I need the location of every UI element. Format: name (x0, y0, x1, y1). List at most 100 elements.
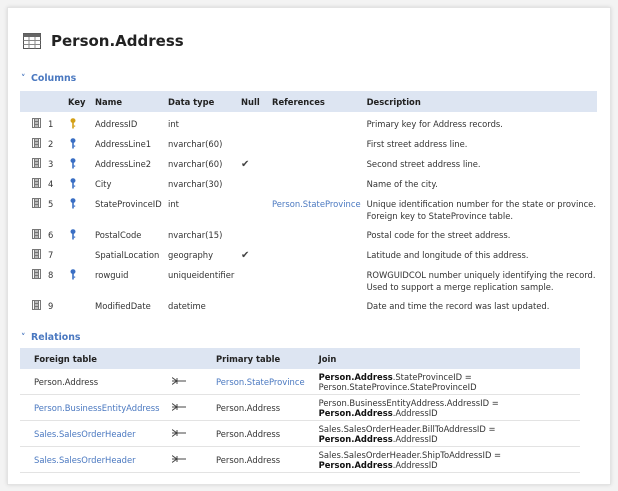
column-icon (32, 229, 44, 239)
cell-icon (20, 172, 44, 192)
primary-table-name: Person.Address (216, 428, 281, 439)
foreign-table-name[interactable]: Sales.SalesOrderHeader (34, 429, 136, 439)
table-icon (23, 33, 41, 49)
relation-crowfoot-icon (171, 428, 186, 439)
cell-key (62, 152, 89, 172)
cell-name: City (95, 179, 112, 189)
cell-primary-table: Person.Address (202, 394, 305, 421)
primary-table-name[interactable]: Person.StateProvince (216, 377, 305, 387)
cell-relation (164, 369, 202, 395)
cell-name: SpatialLocation (95, 250, 160, 260)
join-part: Person.BusinessEntityAddress.AddressID = (318, 397, 499, 408)
cell-null: ✔ (235, 152, 266, 172)
cell-type: uniqueidentifier (168, 270, 235, 280)
cell-icon (20, 132, 44, 152)
cell-null (235, 172, 266, 192)
cell-key (62, 112, 89, 132)
index-key-icon (70, 198, 76, 211)
foreign-table-name[interactable]: Sales.SalesOrderHeader (34, 455, 136, 465)
cell-foreign-table: Sales.SalesOrderHeader (20, 446, 164, 473)
cell-num: 1 (48, 119, 54, 129)
cell-name: ModifiedDate (95, 301, 151, 311)
cell-icon (20, 152, 44, 172)
join-part: .AddressID (392, 459, 438, 470)
table-row: 9 ModifiedDate datetime Date and time the r… (20, 294, 597, 314)
column-icon (32, 249, 44, 259)
rel-header-primary: Primary table (202, 348, 305, 369)
rel-header-relation (164, 348, 202, 369)
cell-num: 2 (48, 139, 54, 149)
column-icon (32, 300, 44, 310)
cell-num: 5 (48, 199, 54, 209)
cell-type: nvarchar(60) (168, 139, 223, 149)
cell-references (266, 223, 361, 243)
cell-description: Second street address line. (366, 159, 481, 169)
column-icon (32, 269, 44, 279)
cell-relation (164, 420, 202, 447)
cell-type: int (168, 119, 179, 129)
cell-key (62, 223, 89, 243)
cell-type: nvarchar(15) (168, 230, 223, 240)
cell-icon (20, 192, 44, 223)
relation-crowfoot-icon (171, 402, 186, 413)
cell-join: Sales.SalesOrderHeader.BillToAddressID =… (304, 420, 580, 447)
cell-key (62, 243, 89, 263)
table-row: 3 AddressLine2 nvarchar(60) ✔ Second street … (20, 152, 597, 172)
cell-references (266, 263, 361, 294)
col-header-icon (20, 91, 44, 112)
table-row: 5 StateProvinceID int Person.StateProvince U… (20, 192, 597, 223)
chevron-down-icon: ˅ (21, 74, 26, 84)
cell-null (235, 263, 266, 294)
join-part: .AddressID (392, 433, 438, 444)
cell-references (266, 172, 361, 192)
relation-row: Person.Address Person.StateProvince Person… (20, 369, 580, 395)
cell-key (62, 132, 89, 152)
cell-type: datetime (168, 301, 206, 311)
primary-key-icon (70, 118, 76, 131)
col-header-description: Description (360, 91, 597, 112)
cell-references (266, 243, 361, 263)
table-row: 8 rowguid uniqueidentifier ROWGUIDCOL numbe… (20, 263, 597, 294)
index-key-icon (70, 178, 76, 191)
table-row: 2 AddressLine1 nvarchar(60) First street ad… (20, 132, 597, 152)
cell-join: Person.BusinessEntityAddress.AddressID =… (304, 394, 580, 421)
relation-crowfoot-icon (171, 376, 186, 387)
cell-num: 7 (48, 250, 54, 260)
columns-table: Key Name Data type Null References Descr… (20, 91, 597, 314)
reference-link[interactable]: Person.StateProvince (272, 199, 361, 209)
relations-section-toggle[interactable]: ˅ Relations (21, 332, 81, 343)
rel-header-join: Join (304, 348, 580, 369)
cell-type: nvarchar(30) (168, 179, 223, 189)
cell-type: int (168, 199, 179, 209)
cell-num: 3 (48, 159, 54, 169)
column-icon (32, 158, 44, 168)
col-header-references: References (266, 91, 361, 112)
chevron-down-icon: ˅ (21, 333, 26, 343)
cell-name: AddressID (95, 119, 138, 129)
column-icon (32, 118, 44, 128)
cell-references (266, 132, 361, 152)
relations-section-label: Relations (31, 332, 81, 343)
cell-foreign-table: Person.BusinessEntityAddress (20, 394, 164, 421)
primary-table-name: Person.Address (216, 402, 281, 413)
cell-num: 6 (48, 230, 54, 240)
primary-table-name: Person.Address (216, 454, 281, 465)
cell-primary-table: Person.Address (202, 420, 305, 447)
cell-references (266, 294, 361, 314)
relations-table: Foreign table Primary table Join Person.… (20, 348, 580, 473)
columns-section-toggle[interactable]: ˅ Columns (21, 73, 76, 84)
cell-null (235, 294, 266, 314)
document-card: Person.Address ˅ Columns Key Name Data ty… (7, 7, 611, 485)
cell-primary-table: Person.StateProvince (202, 369, 305, 395)
relation-row: Sales.SalesOrderHeader Person.Address Sale… (20, 446, 580, 473)
cell-num: 8 (48, 270, 54, 280)
index-key-icon (70, 269, 76, 282)
join-part: Person.Address (318, 371, 393, 382)
join-part: Person.Address (318, 459, 393, 470)
foreign-table-name[interactable]: Person.BusinessEntityAddress (34, 403, 160, 413)
cell-description: Primary key for Address records. (366, 119, 503, 129)
cell-type: nvarchar(60) (168, 159, 223, 169)
relation-crowfoot-icon (171, 454, 186, 465)
cell-type: geography (168, 250, 214, 260)
cell-join: Sales.SalesOrderHeader.ShipToAddressID =… (304, 446, 580, 473)
